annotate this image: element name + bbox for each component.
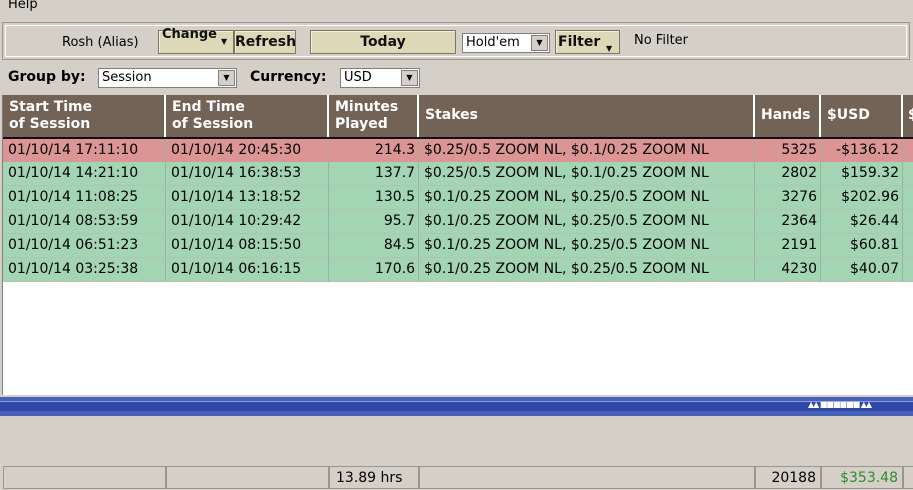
cell-minutes: 130.5 (329, 186, 419, 210)
cell-end: 01/10/14 13:18:52 (166, 186, 329, 210)
cell-stakes: $0.1/0.25 ZOOM NL, $0.25/0.5 ZOOM NL (419, 258, 755, 282)
cell-extra (903, 258, 913, 282)
column-header-hands[interactable]: Hands (755, 95, 821, 138)
filter-button[interactable]: Filter ▼ (555, 30, 620, 54)
cell-minutes: 214.3 (329, 139, 419, 163)
cell-stakes: $0.25/0.5 ZOOM NL, $0.1/0.25 ZOOM NL (419, 139, 755, 163)
cell-hands: 4230 (755, 258, 821, 282)
cell-hands: 3276 (755, 186, 821, 210)
totals-row: 13.89 hrs 20188 $353.48 (3, 466, 913, 490)
currency-label: Currency: (250, 69, 327, 85)
column-header-line2: Played (335, 116, 388, 132)
cell-extra (903, 139, 913, 163)
cell-hands: 5325 (755, 139, 821, 163)
column-header-line2: of Session (172, 116, 254, 132)
column-header-stakes[interactable]: Stakes (419, 95, 755, 138)
cell-end: 01/10/14 16:38:53 (166, 162, 329, 186)
change-button-label: Change (162, 27, 217, 42)
cell-minutes: 137.7 (329, 162, 419, 186)
cell-start: 01/10/14 11:08:25 (3, 186, 166, 210)
cell-hands: 2364 (755, 210, 821, 234)
table-row[interactable]: 01/10/14 14:21:10 01/10/14 16:38:53 137.7 $… (3, 162, 913, 186)
group-by-select[interactable]: Session ▼ (98, 68, 237, 88)
menu-bar: Help (0, 0, 913, 17)
cell-start: 01/10/14 14:21:10 (3, 162, 166, 186)
total-usd: $353.48 (821, 467, 903, 489)
chevron-down-icon[interactable]: ▼ (218, 70, 235, 86)
cell-usd: $159.32 (821, 162, 903, 186)
cell-start: 01/10/14 03:25:38 (3, 258, 166, 282)
today-button[interactable]: Today (310, 30, 456, 54)
cell-stakes: $0.1/0.25 ZOOM NL, $0.25/0.5 ZOOM NL (419, 234, 755, 258)
cell-usd: $40.07 (821, 258, 903, 282)
cell-hands: 2802 (755, 162, 821, 186)
total-hands: 20188 (755, 467, 821, 489)
cell-end: 01/10/14 08:15:50 (166, 234, 329, 258)
chevron-down-icon[interactable]: ▼ (401, 70, 418, 86)
cell-stakes: $0.1/0.25 ZOOM NL, $0.25/0.5 ZOOM NL (419, 210, 755, 234)
group-by-label: Group by: (8, 69, 86, 85)
game-select[interactable]: Hold'em ▼ (462, 33, 550, 53)
cell-extra (903, 186, 913, 210)
scroll-grip-icon[interactable]: ▲▲ ■■■■■■ ▲▲ (808, 400, 878, 409)
table-row[interactable]: 01/10/14 17:11:10 01/10/14 20:45:30 214.3 $… (3, 137, 913, 163)
cell-minutes: 170.6 (329, 258, 419, 282)
column-header-line1: $USD (827, 107, 870, 123)
group-by-value: Session (102, 70, 152, 85)
column-header-extra[interactable]: $ (903, 95, 913, 138)
chevron-down-icon[interactable]: ▼ (531, 35, 548, 51)
menu-help[interactable]: Help (8, 0, 38, 12)
column-header-line1: End Time (172, 99, 245, 115)
player-name: Rosh (Alias) (62, 35, 139, 50)
cell-minutes: 95.7 (329, 210, 419, 234)
currency-select[interactable]: USD ▼ (340, 68, 420, 88)
refresh-button[interactable]: Refresh (234, 30, 296, 54)
cell-usd: -$136.12 (821, 139, 903, 163)
chevron-down-icon: ▼ (606, 44, 613, 53)
column-header-usd[interactable]: $USD (821, 95, 903, 138)
column-header-line1: Hands (761, 107, 811, 123)
change-player-button[interactable]: Change ▼ (158, 27, 234, 54)
chevron-down-icon: ▼ (221, 37, 228, 46)
cell-start: 01/10/14 06:51:23 (3, 234, 166, 258)
cell-usd: $60.81 (821, 234, 903, 258)
cell-end: 01/10/14 10:29:42 (166, 210, 329, 234)
cell-stakes: $0.1/0.25 ZOOM NL, $0.25/0.5 ZOOM NL (419, 186, 755, 210)
cell-end: 01/10/14 06:16:15 (166, 258, 329, 282)
cell-hands: 2191 (755, 234, 821, 258)
cell-stakes: $0.25/0.5 ZOOM NL, $0.1/0.25 ZOOM NL (419, 162, 755, 186)
total-minutes: 13.89 hrs (329, 467, 419, 489)
currency-value: USD (344, 70, 372, 85)
cell-usd: $202.96 (821, 186, 903, 210)
column-header-line1: Start Time (9, 99, 93, 115)
column-header-start-time[interactable]: Start Time of Session (3, 95, 166, 138)
horizontal-scrollbar[interactable]: ▲▲ ■■■■■■ ▲▲ (0, 397, 913, 416)
cell-usd: $26.44 (821, 210, 903, 234)
cell-end: 01/10/14 20:45:30 (166, 139, 329, 163)
filter-button-label: Filter (558, 34, 601, 50)
game-select-value: Hold'em (466, 35, 520, 50)
column-header-line1: Stakes (425, 107, 478, 123)
column-header-line1: Minutes (335, 99, 399, 115)
column-header-line1: $ (908, 107, 913, 123)
table-row[interactable]: 01/10/14 08:53:59 01/10/14 10:29:42 95.7 $0… (3, 210, 913, 234)
column-header-minutes[interactable]: Minutes Played (329, 95, 419, 138)
cell-extra (903, 210, 913, 234)
column-header-line2: of Session (9, 116, 91, 132)
table-row[interactable]: 01/10/14 03:25:38 01/10/14 06:16:15 170.6 $… (3, 258, 913, 282)
column-header-end-time[interactable]: End Time of Session (166, 95, 329, 138)
cell-start: 01/10/14 17:11:10 (3, 139, 166, 163)
filter-status: No Filter (634, 33, 689, 48)
cell-minutes: 84.5 (329, 234, 419, 258)
table-row[interactable]: 01/10/14 06:51:23 01/10/14 08:15:50 84.5 $0… (3, 234, 913, 258)
cell-extra (903, 162, 913, 186)
sessions-table: Start Time of Session End Time of Sessio… (2, 95, 913, 490)
table-row[interactable]: 01/10/14 11:08:25 01/10/14 13:18:52 130.5 $… (3, 186, 913, 210)
cell-start: 01/10/14 08:53:59 (3, 210, 166, 234)
cell-extra (903, 234, 913, 258)
